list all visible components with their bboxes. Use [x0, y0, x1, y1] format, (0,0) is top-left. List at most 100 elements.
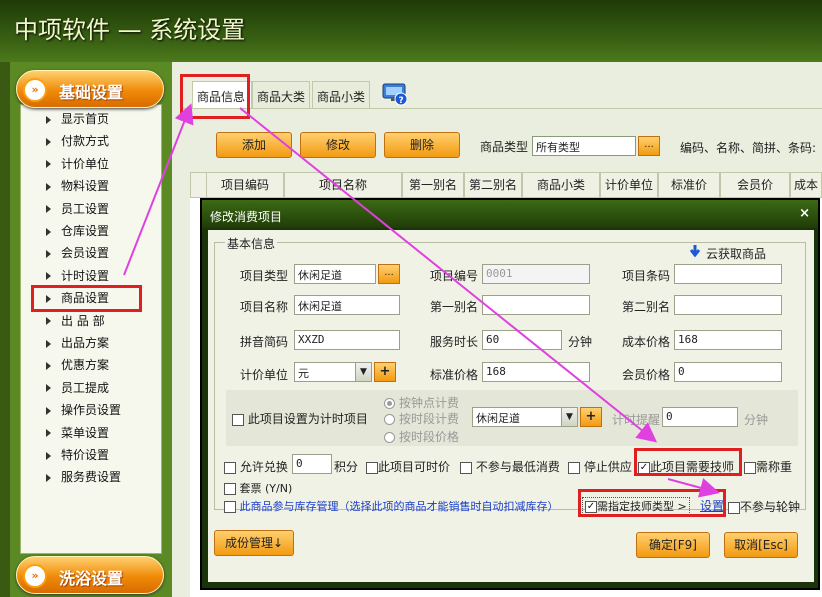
- tab-product-subcategory[interactable]: 商品小类: [312, 81, 370, 108]
- triangle-right-icon: [46, 406, 51, 415]
- triangle-right-icon: [46, 160, 51, 169]
- sidebar-item-label: 付款方式: [61, 134, 110, 149]
- triangle-right-icon: [46, 451, 51, 460]
- edit-button[interactable]: 修改: [300, 132, 376, 158]
- column-header[interactable]: 第二别名: [464, 172, 522, 198]
- member-price-label: 会员价格: [622, 368, 671, 382]
- duration-unit: 分钟: [568, 335, 593, 349]
- column-header[interactable]: 第一别名: [402, 172, 464, 198]
- triangle-right-icon: [46, 115, 51, 124]
- alias1-label: 第一别名: [430, 300, 479, 314]
- sidebar-item[interactable]: 出品方案: [46, 334, 109, 354]
- sidebar-item[interactable]: 会员设置: [46, 244, 109, 264]
- weigh-checkbox[interactable]: 需称重: [744, 458, 792, 475]
- stop-supply-checkbox[interactable]: 停止供应: [568, 458, 632, 475]
- timing-type-select[interactable]: 休闲足道 ▼: [472, 407, 578, 427]
- std-price-field[interactable]: 168: [482, 362, 590, 382]
- item-name-field[interactable]: 休闲足道: [294, 295, 400, 315]
- checkbox-label: 套票 (Y/N): [239, 482, 293, 495]
- sidebar-item-label: 特价设置: [61, 448, 110, 462]
- product-type-picker-button[interactable]: ...: [638, 136, 660, 156]
- delete-button[interactable]: 删除: [384, 132, 460, 158]
- sidebar-item[interactable]: 优惠方案: [46, 356, 109, 376]
- sidebar-item[interactable]: 物料设置: [46, 177, 109, 197]
- alias2-field[interactable]: [674, 295, 782, 315]
- time-price-checkbox[interactable]: 此项目可时价: [366, 458, 450, 475]
- checkbox-label: 此项目可时价: [378, 460, 451, 474]
- highlight-product-settings: [31, 285, 142, 312]
- item-code-field[interactable]: 0001: [482, 264, 590, 284]
- radio-per-period[interactable]: 按时段计费: [384, 410, 459, 427]
- no-rotation-checkbox[interactable]: 不参与轮钟: [728, 498, 800, 515]
- column-header[interactable]: 计价单位: [600, 172, 658, 198]
- checkbox-box: [568, 461, 580, 474]
- section-basic-settings[interactable]: » 基础设置: [16, 70, 164, 108]
- sidebar-item-label: 物料设置: [61, 179, 110, 194]
- column-header[interactable]: 会员价: [720, 172, 790, 198]
- item-type-picker-button[interactable]: ...: [378, 264, 400, 284]
- radio-label: 按时段价格: [399, 430, 460, 444]
- remind-label: 计时提醒: [612, 413, 661, 427]
- item-type-field[interactable]: 休闲足道: [294, 264, 376, 284]
- section-bath-settings[interactable]: » 洗浴设置: [16, 556, 164, 594]
- column-header[interactable]: 项目编码: [206, 172, 284, 198]
- sidebar-item[interactable]: 菜单设置: [46, 424, 109, 444]
- pinyin-field[interactable]: XXZD: [294, 330, 400, 350]
- sidebar-item-label: 会员设置: [61, 246, 110, 261]
- sidebar-item[interactable]: 员工设置: [46, 200, 109, 220]
- close-icon[interactable]: ×: [799, 206, 810, 221]
- stock-managed-checkbox[interactable]: 此商品参与库存管理（选择此项的商品才能销售时自动扣减库存）: [224, 498, 559, 514]
- group-label: 基本信息: [225, 235, 278, 252]
- add-timing-button[interactable]: +: [580, 407, 602, 427]
- add-unit-button[interactable]: +: [374, 362, 396, 382]
- sidebar-item[interactable]: 计价单位: [46, 155, 109, 175]
- cost-management-button[interactable]: 成份管理↓: [214, 530, 294, 556]
- column-header[interactable]: 项目名称: [284, 172, 402, 198]
- sidebar-item[interactable]: 付款方式: [46, 132, 109, 152]
- remind-field[interactable]: 0: [662, 407, 738, 427]
- add-button[interactable]: 添加: [216, 132, 292, 158]
- cloud-fetch-link[interactable]: 云获取商品: [706, 245, 766, 262]
- sidebar-item-label: 计价单位: [61, 156, 110, 171]
- checkbox-label: 此商品参与库存管理（选择此项的商品才能销售时自动扣减库存）: [239, 500, 559, 513]
- sidebar-item[interactable]: 特价设置: [46, 446, 109, 466]
- sidebar-item[interactable]: 员工提成: [46, 379, 109, 399]
- sidebar-item[interactable]: 计时设置: [46, 267, 109, 287]
- radio-label: 按钟点计费: [399, 396, 460, 410]
- product-type-field[interactable]: 所有类型: [532, 136, 636, 156]
- app-title: 中项软件 — 系统设置: [14, 16, 246, 44]
- sidebar-item[interactable]: 出 品 部: [46, 312, 105, 332]
- checkbox-label: 允许兑换: [239, 460, 288, 474]
- item-barcode-field[interactable]: [674, 264, 782, 284]
- column-header[interactable]: 标准价: [658, 172, 720, 198]
- radio-per-hour[interactable]: 按钟点计费: [384, 394, 459, 411]
- no-min-spend-checkbox[interactable]: 不参与最低消费: [460, 458, 560, 475]
- radio-period-price[interactable]: 按时段价格: [384, 428, 459, 445]
- column-header[interactable]: 成本: [790, 172, 822, 198]
- ok-button[interactable]: 确定[F9]: [636, 532, 710, 558]
- sidebar-item-label: 优惠方案: [61, 358, 110, 373]
- item-barcode-label: 项目条码: [622, 269, 671, 283]
- tab-product-category[interactable]: 商品大类: [252, 81, 310, 108]
- sidebar-item[interactable]: 服务费设置: [46, 468, 121, 488]
- remind-unit: 分钟: [744, 413, 769, 427]
- help-monitor-icon[interactable]: ?: [382, 82, 408, 106]
- cancel-button[interactable]: 取消[Esc]: [724, 532, 798, 558]
- sidebar-item[interactable]: 操作员设置: [46, 401, 121, 421]
- sidebar-item[interactable]: 仓库设置: [46, 222, 109, 242]
- duration-field[interactable]: 60: [482, 330, 562, 350]
- alias1-field[interactable]: [482, 295, 590, 315]
- unit-select[interactable]: 元 ▼: [294, 362, 372, 382]
- triangle-right-icon: [46, 384, 51, 393]
- points-field[interactable]: 0: [292, 454, 332, 474]
- ticket-set-checkbox[interactable]: 套票 (Y/N): [224, 480, 292, 496]
- cost-field[interactable]: 168: [674, 330, 782, 350]
- timing-item-checkbox[interactable]: 此项目设置为计时项目: [232, 410, 368, 427]
- column-header[interactable]: 商品小类: [522, 172, 600, 198]
- triangle-right-icon: [46, 361, 51, 370]
- allow-exchange-checkbox[interactable]: 允许兑换: [224, 458, 288, 475]
- sidebar-item[interactable]: 显示首页: [46, 110, 109, 130]
- checkbox-box: [460, 461, 472, 474]
- member-price-field[interactable]: 0: [674, 362, 782, 382]
- triangle-right-icon: [46, 473, 51, 482]
